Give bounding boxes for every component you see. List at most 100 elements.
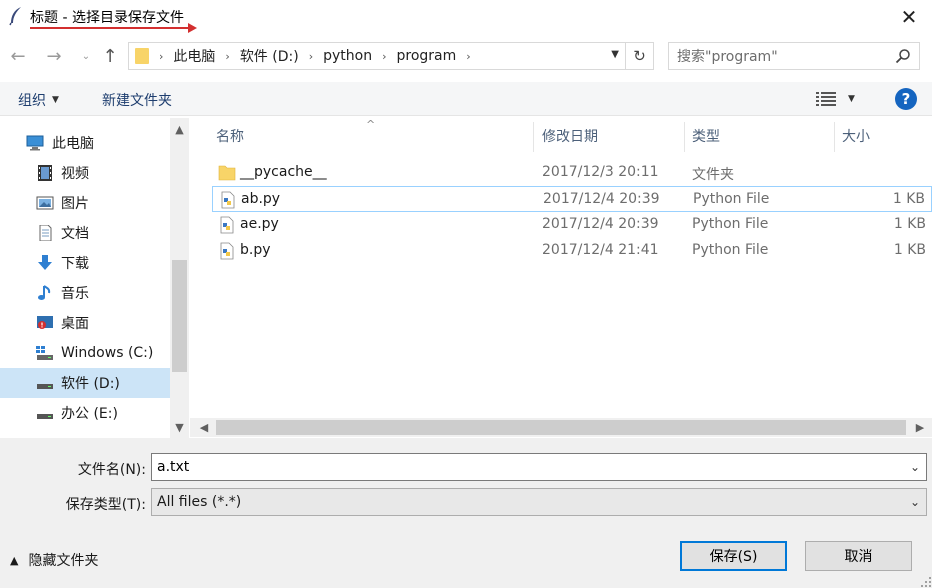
hide-folders-button[interactable]: ▲ 隐藏文件夹 [10,550,98,570]
desktop-icon [37,316,53,329]
drive-icon [36,346,53,360]
sidebar-item-label: 下载 [61,256,89,272]
filename-input[interactable] [157,457,897,477]
scroll-down-icon[interactable]: ▼ [170,418,189,436]
column-header-name[interactable]: 名称 [216,118,244,154]
search-icon[interactable] [895,48,911,64]
filename-combobox[interactable]: ⌄ [151,453,927,481]
caret-down-icon: ▼ [848,94,855,104]
scrollbar-thumb[interactable] [172,260,187,372]
sidebar-item-label: 此电脑 [52,136,94,152]
file-name: __pycache__ [240,164,327,180]
sidebar-item-label: 视频 [61,166,89,182]
filetype-label: 保存类型(T): [65,497,146,513]
up-button[interactable]: ↑ [100,46,120,67]
documents-icon [39,225,52,241]
save-form: 文件名(N): ⌄ 保存类型(T): All files (*.*) ⌄ ▲ 隐… [0,438,932,588]
sidebar-item-downloads[interactable]: 下载 [0,248,170,278]
navigation-pane: 此电脑 视频 图片 文档 下载 音乐 桌面 Windows (C:) 软件 (D… [0,118,190,438]
breadcrumb-drive-d[interactable]: 软件 (D:) [240,46,299,66]
sidebar-item-drive-d[interactable]: 软件 (D:) [0,368,170,398]
sidebar-item-drive-e[interactable]: 办公 (E:) [0,398,170,428]
column-divider[interactable] [533,122,534,152]
resize-grip-icon[interactable] [920,576,932,588]
address-bar[interactable]: › 此电脑 › 软件 (D:) › python › program › ▼ ↻ [128,42,654,70]
folder-icon [218,165,236,181]
file-type: 文件夹 [692,167,734,183]
recent-locations-button[interactable]: ⌄ [76,46,96,66]
scroll-right-icon[interactable]: ▶ [910,418,930,437]
file-row[interactable]: ae.py 2017/12/4 20:39 Python File 1 KB [212,212,932,238]
search-box[interactable] [668,42,920,70]
refresh-button[interactable]: ↻ [625,43,653,69]
chevron-right-icon[interactable]: › [309,50,313,63]
organize-button[interactable]: 组织 ▼ [18,90,59,110]
annotation-underline [30,27,190,29]
file-size: 1 KB [892,191,925,207]
breadcrumb-program[interactable]: program [396,48,456,64]
file-row[interactable]: b.py 2017/12/4 21:41 Python File 1 KB [212,238,932,264]
file-name: b.py [240,242,271,258]
python-file-icon [220,216,234,234]
new-folder-button[interactable]: 新建文件夹 [102,90,172,110]
chevron-down-icon[interactable]: ⌄ [910,460,920,474]
sidebar-item-drive-c[interactable]: Windows (C:) [0,338,170,368]
hide-folders-label: 隐藏文件夹 [28,553,99,569]
save-button[interactable]: 保存(S) [680,541,787,571]
search-input[interactable] [677,47,887,67]
scrollbar-thumb[interactable] [216,420,906,435]
details-view-icon [816,92,836,106]
video-icon [38,165,52,181]
file-list-horizontal-scrollbar[interactable]: ◀ ▶ [190,418,932,437]
organize-label: 组织 [18,93,46,109]
feather-icon [9,7,21,26]
file-date: 2017/12/3 20:11 [542,164,659,180]
column-divider[interactable] [684,122,685,152]
sidebar-item-label: 图片 [61,196,89,212]
filename-label: 文件名(N): [77,462,146,478]
back-button[interactable]: ← [8,46,28,67]
chevron-down-icon[interactable]: ⌄ [910,495,920,509]
sidebar-item-documents[interactable]: 文档 [0,218,170,248]
forward-button[interactable]: → [44,46,64,67]
sidebar-item-music[interactable]: 音乐 [0,278,170,308]
sidebar-item-pictures[interactable]: 图片 [0,188,170,218]
help-button[interactable]: ? [895,88,917,110]
scroll-up-icon[interactable]: ▲ [170,120,189,138]
filetype-value: All files (*.*) [157,494,242,510]
chevron-right-icon[interactable]: › [382,50,386,63]
view-options-button[interactable]: ▼ [816,90,860,108]
file-type: Python File [692,216,769,232]
file-row[interactable]: ab.py 2017/12/4 20:39 Python File 1 KB [212,186,932,212]
column-divider[interactable] [834,122,835,152]
sidebar-item-this-pc[interactable]: 此电脑 [0,128,170,158]
computer-icon [26,135,44,151]
file-date: 2017/12/4 20:39 [543,191,660,207]
chevron-down-icon[interactable]: ▼ [611,49,619,60]
chevron-right-icon[interactable]: › [466,50,470,63]
sidebar-item-desktop[interactable]: 桌面 [0,308,170,338]
close-button[interactable]: ✕ [886,0,932,34]
breadcrumb-this-pc[interactable]: 此电脑 [173,46,215,66]
chevron-right-icon[interactable]: › [225,50,229,63]
column-header-type[interactable]: 类型 [692,118,720,154]
cancel-button[interactable]: 取消 [805,541,912,571]
sidebar-item-videos[interactable]: 视频 [0,158,170,188]
column-header-date[interactable]: 修改日期 [542,118,598,154]
file-list: ^ 名称 修改日期 类型 大小 __pycache__ 2017/12/3 20… [190,118,932,418]
annotation-arrow-icon [188,23,197,33]
pictures-icon [36,196,54,210]
column-header-size[interactable]: 大小 [842,118,870,154]
scroll-left-icon[interactable]: ◀ [194,418,214,437]
chevron-up-icon: ▲ [10,553,19,567]
filetype-select[interactable]: All files (*.*) ⌄ [151,488,927,516]
chevron-right-icon[interactable]: › [159,50,163,63]
python-file-icon [221,191,235,209]
breadcrumb-python[interactable]: python [323,48,372,64]
file-row[interactable]: __pycache__ 2017/12/3 20:11 文件夹 [212,160,932,186]
sidebar-item-label: 音乐 [61,286,89,302]
caret-down-icon: ▼ [52,95,59,105]
sort-ascending-icon: ^ [366,118,376,131]
navigation-pane-scrollbar[interactable]: ▲ ▼ [170,118,189,438]
file-size: 1 KB [893,216,926,232]
